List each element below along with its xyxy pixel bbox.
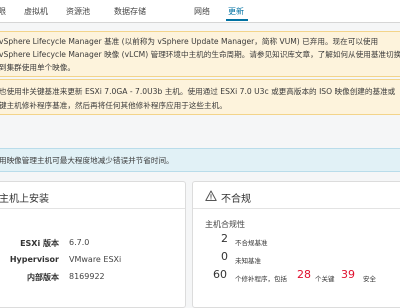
banner-text-line: vSphere Lifecycle Manager 基准 (以前称为 vSphe… [0, 37, 379, 46]
unknown-count: 0 [221, 250, 228, 263]
esxi-version-value: 6.7.0 [69, 238, 90, 247]
banner-text-line: 也使用非关键基准来更新 ESXi 7.0GA - 7.0U3b 主机。使用通过 … [0, 87, 396, 96]
patches-count: 60 [213, 268, 227, 281]
critical-label: 个关键 [315, 275, 335, 283]
build-value: 8169922 [69, 272, 105, 281]
compliance-card: 不合规 主机合规性 2 不合规基准 0 未知基准 60 个修补程序，包括 28 … [192, 181, 400, 308]
critical-count: 28 [297, 268, 311, 281]
tab-resource-pools[interactable]: 资源池 [66, 6, 90, 17]
card-divider [193, 208, 400, 209]
security-count: 39 [341, 268, 355, 281]
host-compliance-label: 主机合规性 [205, 220, 245, 229]
banner-text-line: 到集群使用单个映像。 [0, 63, 75, 72]
tab-networks[interactable]: 网络 [194, 6, 210, 17]
installed-on-host-card: 主机上安装 ESXi 版本 6.7.0 Hypervisor VMware ES… [0, 181, 186, 308]
compliance-status-title: 不合规 [221, 194, 251, 205]
banner-text-line: 键主机修补程序基准，然后再将任何其他修补程序应用于这些主机。 [0, 101, 227, 110]
noncompliant-count: 2 [221, 232, 228, 245]
image-info-banner: 用映像管理主机可最大程度地减少错误并节省时间。 [0, 148, 400, 172]
build-label: 内部版本 [27, 273, 59, 282]
tab-vms[interactable]: 虚拟机 [24, 6, 48, 17]
noncompliant-label: 不合规基准 [235, 239, 268, 247]
patches-label: 个修补程序，包括 [235, 275, 287, 283]
security-label: 安全 [363, 275, 376, 283]
tab-hosts[interactable]: 限 [0, 6, 6, 17]
unknown-label: 未知基准 [235, 257, 261, 265]
warning-icon [205, 190, 217, 201]
upgrade-warning-banner: 也使用非关键基准来更新 ESXi 7.0GA - 7.0U3b 主机。使用通过 … [0, 79, 400, 115]
banner-text-line: vSphere Lifecycle Manager 映像 (vLCM) 管理环境… [0, 50, 400, 59]
deprecation-banner: vSphere Lifecycle Manager 基准 (以前称为 vSphe… [0, 31, 400, 77]
hypervisor-label: Hypervisor [9, 255, 59, 264]
card-title: 主机上安装 [0, 194, 49, 205]
active-tab-indicator [226, 19, 248, 21]
tab-bar: 限 虚拟机 资源池 数据存储 网络 更新 [0, 0, 400, 23]
info-text: 用映像管理主机可最大程度地减少错误并节省时间。 [0, 156, 174, 165]
tab-updates[interactable]: 更新 [228, 6, 244, 17]
hypervisor-value: VMware ESXi [69, 255, 122, 264]
card-divider [0, 208, 185, 209]
tab-datastores[interactable]: 数据存储 [114, 6, 146, 17]
esxi-version-label: ESXi 版本 [20, 239, 59, 248]
